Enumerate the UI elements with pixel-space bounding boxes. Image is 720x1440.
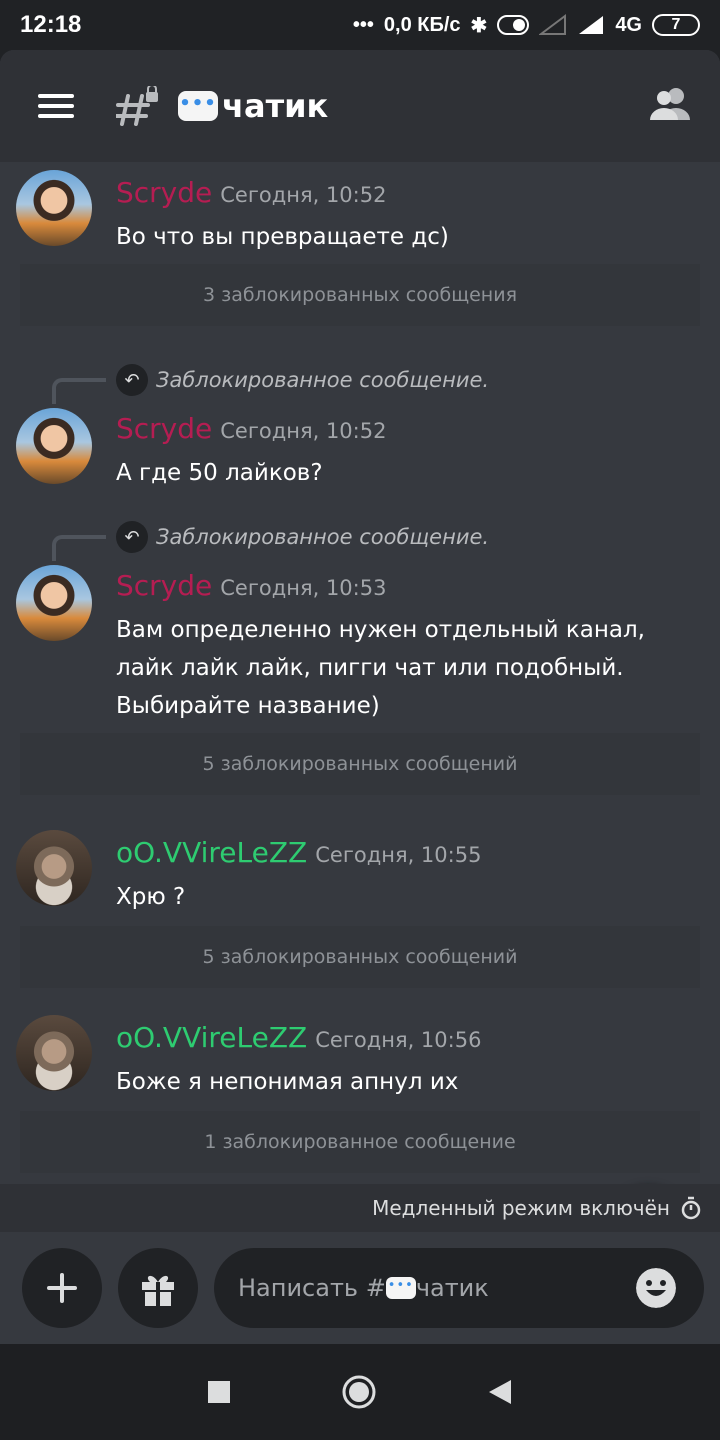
message-timestamp: Сегодня, 10:53 (220, 576, 387, 600)
system-nav-bar (0, 1344, 720, 1440)
message-timestamp: Сегодня, 10:52 (220, 419, 387, 443)
avatar[interactable] (16, 565, 92, 641)
reply-connector (52, 535, 106, 561)
message-header: Scryde Сегодня, 10:53 (116, 569, 386, 602)
blocked-messages-notice[interactable]: 5 заблокированных сообщений (20, 733, 700, 795)
author-name[interactable]: Scryde (116, 412, 212, 445)
emoji-picker-icon[interactable] (636, 1268, 676, 1308)
author-name[interactable]: oO.VVireLeZZ (116, 1021, 307, 1054)
message-timestamp: Сегодня, 10:56 (315, 1028, 482, 1052)
channel-title[interactable]: чатик (178, 87, 328, 125)
back-icon[interactable] (487, 1378, 513, 1406)
speech-bubble-emoji-icon (385, 1277, 416, 1299)
message-text: Хрю ? (116, 884, 186, 910)
channel-name: чатик (222, 87, 329, 125)
timer-icon (681, 1196, 701, 1220)
slow-mode-bar: Медленный режим включён (0, 1184, 720, 1232)
slow-mode-label: Медленный режим включён (372, 1196, 670, 1220)
author-name[interactable]: oO.VVireLeZZ (116, 836, 307, 869)
message-timestamp: Сегодня, 10:52 (220, 183, 387, 207)
message-header: oO.VVireLeZZ Сегодня, 10:56 (116, 1021, 481, 1054)
battery-level: 7 (671, 16, 681, 33)
speech-bubble-emoji-icon (178, 91, 218, 121)
status-bar: 12:18 ••• 0,0 КБ/с ✱ 4G 7 (0, 0, 720, 50)
reply-text: Заблокированное сообщение. (156, 525, 490, 549)
message-timestamp: Сегодня, 10:55 (315, 843, 482, 867)
battery-icon: 7 (652, 14, 700, 36)
home-icon[interactable] (341, 1374, 377, 1410)
avatar[interactable] (16, 1015, 92, 1091)
network-speed: 0,0 КБ/с (383, 13, 461, 36)
chat-app: чатик Scryde Сегодня, 10:52 Во что вы пре… (0, 50, 720, 1344)
members-icon[interactable] (650, 86, 692, 122)
signal-icon-empty (539, 14, 567, 35)
message-header: Scryde Сегодня, 10:52 (116, 176, 386, 209)
placeholder-prefix: Написать # (238, 1274, 386, 1302)
message-text: Боже я непонимая апнул их (116, 1069, 459, 1095)
placeholder-channel: чатик (415, 1274, 489, 1302)
add-attachment-button[interactable] (22, 1248, 102, 1328)
signal-icon (579, 16, 604, 34)
reply-icon: ↶ (116, 364, 148, 396)
message-header: oO.VVireLeZZ Сегодня, 10:55 (116, 836, 481, 869)
message-list[interactable]: Scryde Сегодня, 10:52 Во что вы превращае… (0, 162, 720, 1264)
reply-preview[interactable]: ↶ Заблокированное сообщение. (52, 360, 490, 404)
author-name[interactable]: Scryde (116, 176, 212, 209)
recent-apps-icon[interactable] (207, 1380, 231, 1404)
blocked-messages-notice[interactable]: 1 заблокированное сообщение (20, 1111, 700, 1173)
message-composer: Написать # чатик (0, 1232, 720, 1344)
reply-text: Заблокированное сообщение. (156, 368, 490, 392)
message-text: А где 50 лайков? (116, 460, 323, 486)
bluetooth-icon: ✱ (470, 14, 488, 37)
status-dots: ••• (352, 13, 374, 36)
menu-icon[interactable] (38, 94, 74, 118)
reply-connector (52, 378, 106, 404)
network-type: 4G (615, 13, 642, 36)
blocked-messages-notice[interactable]: 5 заблокированных сообщений (20, 926, 700, 988)
avatar[interactable] (16, 830, 92, 906)
avatar[interactable] (16, 408, 92, 484)
gift-icon (142, 1275, 174, 1306)
message-input[interactable]: Написать # чатик (214, 1248, 704, 1328)
locked-channel-icon (116, 86, 158, 126)
reply-icon: ↶ (116, 521, 148, 553)
blocked-messages-notice[interactable]: 3 заблокированных сообщения (20, 264, 700, 326)
data-toggle-icon (497, 15, 530, 35)
status-indicators: ••• 0,0 КБ/с ✱ 4G 7 (353, 13, 700, 38)
channel-header: чатик (0, 50, 720, 162)
reply-preview[interactable]: ↶ Заблокированное сообщение. (52, 517, 490, 561)
gift-button[interactable] (118, 1248, 198, 1328)
author-name[interactable]: Scryde (116, 569, 212, 602)
message-header: Scryde Сегодня, 10:52 (116, 412, 386, 445)
avatar[interactable] (16, 170, 92, 246)
status-time: 12:18 (20, 11, 82, 38)
message-text: Вам определенно нужен отдельный канал, л… (116, 617, 645, 719)
plus-icon (47, 1273, 77, 1303)
message-text: Во что вы превращаете дс) (116, 224, 449, 250)
